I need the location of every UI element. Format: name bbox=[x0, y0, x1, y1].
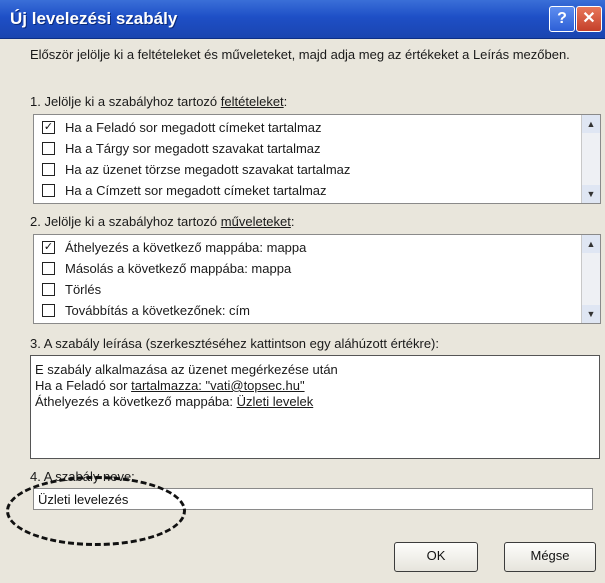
condition-item-recipient[interactable]: Ha a Címzett sor megadott címeket tartal… bbox=[42, 181, 327, 201]
rule-description-box[interactable]: E szabály alkalmazása az üzenet megérkez… bbox=[30, 355, 600, 459]
condition-label: Ha a Címzett sor megadott címeket tartal… bbox=[65, 183, 327, 198]
conditions-label: 1. Jelölje ki a szabályhoz tartozó felté… bbox=[30, 94, 287, 109]
condition-label: Ha a Tárgy sor megadott szavakat tartalm… bbox=[65, 141, 321, 156]
checkbox[interactable] bbox=[42, 163, 55, 177]
condition-item-body[interactable]: Ha az üzenet törzse megadott szavakat ta… bbox=[42, 160, 350, 180]
conditions-scrollbar[interactable]: ▲ ▼ bbox=[581, 115, 600, 203]
description-line-2-text: Ha a Feladó sor bbox=[35, 378, 132, 393]
action-label: Másolás a következő mappába: mappa bbox=[65, 261, 292, 276]
checkbox[interactable] bbox=[42, 283, 55, 297]
checkbox-checked[interactable]: ✓ bbox=[42, 121, 55, 135]
actions-label-suffix: : bbox=[290, 214, 295, 229]
sender-address-link[interactable]: tartalmazza: "vati@topsec.hu" bbox=[131, 378, 304, 393]
scroll-down-icon[interactable]: ▼ bbox=[582, 185, 600, 203]
dashed-highlight-circle bbox=[6, 476, 186, 546]
scroll-down-icon[interactable]: ▼ bbox=[582, 305, 600, 323]
scroll-up-icon[interactable]: ▲ bbox=[582, 235, 600, 253]
action-item-copy[interactable]: Másolás a következő mappába: mappa bbox=[42, 259, 291, 279]
checkbox[interactable] bbox=[42, 262, 55, 276]
title-bar: Új levelezési szabály ? ✕ bbox=[0, 0, 605, 39]
description-line-3-text: Áthelyezés a következő mappába: bbox=[35, 394, 237, 409]
checkbox-checked[interactable]: ✓ bbox=[42, 241, 55, 255]
action-item-forward[interactable]: Továbbítás a következőnek: cím bbox=[42, 301, 250, 321]
action-label: Áthelyezés a következő mappába: mappa bbox=[65, 240, 307, 255]
actions-label: 2. Jelölje ki a szabályhoz tartozó művel… bbox=[30, 214, 295, 229]
dialog-title: Új levelezési szabály bbox=[10, 9, 178, 28]
action-label: Továbbítás a következőnek: cím bbox=[65, 303, 250, 318]
actions-label-keyword: műveleteket bbox=[220, 214, 291, 229]
checkbox[interactable] bbox=[42, 184, 55, 198]
action-label: Törlés bbox=[65, 282, 102, 297]
target-folder-link[interactable]: Üzleti levelek bbox=[237, 394, 314, 409]
description-line-3: Áthelyezés a következő mappába: Üzleti l… bbox=[35, 394, 313, 410]
action-item-move[interactable]: ✓ Áthelyezés a következő mappába: mappa bbox=[42, 238, 306, 258]
description-line-2: Ha a Feladó sor tartalmazza: "vati@topse… bbox=[35, 378, 305, 394]
actions-label-prefix: 2. Jelölje ki a szabályhoz tartozó bbox=[30, 214, 221, 229]
condition-label: Ha a Feladó sor megadott címeket tartalm… bbox=[65, 120, 322, 135]
checkbox[interactable] bbox=[42, 304, 55, 318]
conditions-label-keyword: feltételeket bbox=[220, 94, 284, 109]
condition-label: Ha az üzenet törzse megadott szavakat ta… bbox=[65, 162, 351, 177]
cancel-button[interactable]: Mégse bbox=[504, 542, 596, 572]
condition-item-subject[interactable]: Ha a Tárgy sor megadott szavakat tartalm… bbox=[42, 139, 321, 159]
conditions-list[interactable]: ✓ Ha a Feladó sor megadott címeket tartal… bbox=[33, 114, 601, 204]
conditions-label-suffix: : bbox=[283, 94, 288, 109]
description-label: 3. A szabály leírása (szerkesztéséhez ka… bbox=[30, 336, 439, 351]
actions-list[interactable]: ✓ Áthelyezés a következő mappába: mappa M… bbox=[33, 234, 601, 324]
help-button[interactable]: ? bbox=[549, 6, 575, 32]
conditions-label-prefix: 1. Jelölje ki a szabályhoz tartozó bbox=[30, 94, 221, 109]
description-line-1: E szabály alkalmazása az üzenet megérkez… bbox=[35, 362, 338, 377]
condition-item-sender[interactable]: ✓ Ha a Feladó sor megadott címeket tartal… bbox=[42, 118, 322, 138]
ok-button[interactable]: OK bbox=[394, 542, 478, 572]
close-button[interactable]: ✕ bbox=[576, 6, 602, 32]
action-item-delete[interactable]: Törlés bbox=[42, 280, 101, 300]
scroll-up-icon[interactable]: ▲ bbox=[582, 115, 600, 133]
actions-scrollbar[interactable]: ▲ ▼ bbox=[581, 235, 600, 323]
checkbox[interactable] bbox=[42, 142, 55, 156]
intro-text: Először jelölje ki a feltételeket és műv… bbox=[30, 47, 570, 62]
